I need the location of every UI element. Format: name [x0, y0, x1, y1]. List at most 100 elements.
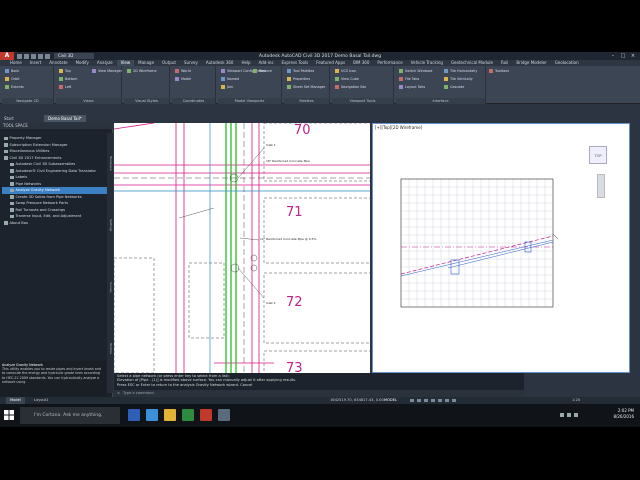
osnap-toggle-icon[interactable]: [438, 399, 442, 402]
ribbon-button-extents[interactable]: Extents: [5, 85, 24, 89]
cortana-search-box[interactable]: I'm Cortana. Ask me anything.: [20, 407, 120, 424]
ribbon-button-left[interactable]: Left: [59, 85, 71, 89]
ribbon-button-label: Restore: [259, 69, 272, 73]
ribbon-button-label: View Cube: [341, 77, 359, 81]
ribbon-panel-title[interactable]: Interface: [396, 98, 485, 104]
ribbon-button-orbit[interactable]: Orbit: [5, 77, 20, 81]
ribbon-button-tile-vertically[interactable]: Tile Vertically: [444, 77, 473, 81]
ribbon-button-view-cube[interactable]: View Cube: [335, 77, 359, 81]
ribbon-button-world[interactable]: World: [175, 69, 191, 73]
ribbon-button-model[interactable]: Model: [175, 77, 191, 81]
side-tab-survey[interactable]: Survey: [107, 257, 113, 317]
lineweight-toggle-icon[interactable]: [445, 399, 449, 402]
ribbon-button-properties[interactable]: Properties: [287, 77, 310, 81]
store-icon[interactable]: [182, 409, 194, 421]
side-tab-toolspace[interactable]: Toolspace: [107, 133, 113, 193]
ribbon-panel-title[interactable]: Coordinates: [172, 98, 215, 104]
view-cube-icon[interactable]: TOP: [589, 146, 607, 164]
plan-viewport[interactable]: 70 71 72 73 18" Reinforced Concrete Pipe…: [114, 123, 370, 373]
close-icon[interactable]: ×: [628, 52, 638, 60]
ribbon-button-tool-palettes[interactable]: Tool Palettes: [287, 69, 314, 73]
ribbon-button-icon: [335, 69, 339, 73]
polar-toggle-icon[interactable]: [431, 399, 435, 402]
ribbon-button-label: Left: [65, 85, 72, 89]
ortho-toggle-icon[interactable]: [424, 399, 428, 402]
task-view-icon[interactable]: [128, 409, 140, 421]
ribbon-button-named[interactable]: Named: [221, 77, 239, 81]
network-icon[interactable]: [560, 413, 564, 417]
ribbon-button-icon: [5, 85, 9, 89]
ribbon-button-label: UCS Icon: [341, 69, 357, 73]
model-space-toggle[interactable]: MODEL: [384, 397, 397, 404]
open-file-icon[interactable]: [24, 53, 29, 59]
ribbon-panel-title[interactable]: Palettes: [284, 98, 329, 104]
autocad-taskbar-icon[interactable]: [200, 409, 212, 421]
ribbon-button-cascade[interactable]: Cascade: [444, 85, 464, 89]
ribbon-button-file-tabs[interactable]: File Tabs: [399, 77, 419, 81]
ribbon-button-top[interactable]: Top: [59, 69, 71, 73]
ribbon-button-icon: [335, 77, 339, 81]
side-tab-settings[interactable]: Settings: [107, 195, 113, 255]
annotation-scale-icon[interactable]: [452, 399, 456, 402]
notifications-icon[interactable]: [574, 413, 578, 417]
taskbar-clock[interactable]: 2:02 PM 8/26/2016: [613, 408, 634, 420]
ribbon-panel-title[interactable]: Model Viewports: [218, 98, 281, 104]
ribbon-button-2d-wireframe[interactable]: 2D Wireframe: [127, 69, 157, 73]
minimize-icon[interactable]: –: [608, 52, 618, 60]
windows-start-icon[interactable]: [4, 410, 14, 420]
file-tab-drawing[interactable]: Demo Basal Tail*: [44, 115, 86, 122]
ribbon-button-ucs-icon[interactable]: UCS Icon: [335, 69, 356, 73]
ribbon-button-restore[interactable]: Restore: [253, 69, 272, 73]
ribbon-panel-title[interactable]: Viewport Tools: [332, 98, 393, 104]
ribbon-button-icon: [399, 85, 403, 89]
profile-viewport[interactable]: [+][Top][2D Wireframe] TOP: [372, 123, 630, 373]
file-tab-start[interactable]: Start: [0, 115, 18, 122]
tool-palette: TOOL SPACE Property Manager Subscription …: [0, 123, 113, 405]
ribbon-button-label: Named: [227, 77, 240, 81]
close-command-icon[interactable]: ×: [117, 390, 120, 397]
ribbon-button-switch-windows[interactable]: Switch Windows: [399, 69, 432, 73]
palette-tree-item[interactable]: About Box: [2, 220, 107, 227]
side-tab-toolbox[interactable]: Toolbox: [107, 319, 113, 379]
undo-icon[interactable]: [38, 53, 43, 59]
ribbon-panel-title[interactable]: Visual Styles: [124, 98, 169, 104]
tool-icon: [10, 182, 14, 186]
ribbon-panel-title[interactable]: Views: [56, 98, 121, 104]
tool-icon: [10, 169, 14, 173]
grid-toggle-icon[interactable]: [410, 399, 414, 402]
ribbon-panel-title[interactable]: Navigate 2D: [2, 98, 53, 104]
workspace-select[interactable]: Civil 3D: [54, 53, 94, 59]
layout-tab-model[interactable]: Model: [6, 397, 25, 404]
command-line-3: Press ESC or Enter to return to the anal…: [117, 382, 253, 387]
app-taskbar-icon[interactable]: [218, 409, 230, 421]
save-icon[interactable]: [31, 53, 36, 59]
edge-browser-icon[interactable]: [146, 409, 158, 421]
file-explorer-icon[interactable]: [164, 409, 176, 421]
ribbon-button-layout-tabs[interactable]: Layout Tabs: [399, 85, 425, 89]
autocad-logo-icon[interactable]: A: [0, 52, 14, 60]
redo-icon[interactable]: [45, 53, 50, 59]
ribbon-button-back[interactable]: Back: [5, 69, 19, 73]
ribbon-button-sheet-set-manager[interactable]: Sheet Set Manager: [287, 85, 325, 89]
ribbon-button-join[interactable]: Join: [221, 85, 233, 89]
ribbon-button-tile-horizontally[interactable]: Tile Horizontally: [444, 69, 477, 73]
ribbon-button-navigation-bar[interactable]: Navigation Bar: [335, 85, 366, 89]
maximize-icon[interactable]: □: [618, 52, 628, 60]
volume-icon[interactable]: [567, 413, 571, 417]
ribbon-button-icon: [127, 69, 131, 73]
ribbon-button-label: Tool Palettes: [293, 69, 315, 73]
ribbon-button-toolbars[interactable]: Toolbars: [489, 69, 509, 73]
ribbon-button-label: Top: [65, 69, 71, 73]
tool-icon: [10, 208, 14, 212]
annotation-scale[interactable]: 1:20: [572, 397, 580, 404]
viewport-label[interactable]: [+][Top][2D Wireframe]: [375, 125, 422, 130]
command-input[interactable]: × Type a command: [114, 390, 524, 397]
snap-toggle-icon[interactable]: [417, 399, 421, 402]
status-toggles: [410, 399, 456, 402]
ribbon-button-label: Tile Vertically: [450, 77, 473, 81]
ribbon-button-label: View Manager: [98, 69, 122, 73]
new-file-icon[interactable]: [17, 53, 22, 59]
ribbon-button-view-manager[interactable]: View Manager: [92, 69, 122, 73]
ribbon-button-bottom[interactable]: Bottom: [59, 77, 77, 81]
layout-tab-layout1[interactable]: Layout1: [30, 397, 53, 404]
